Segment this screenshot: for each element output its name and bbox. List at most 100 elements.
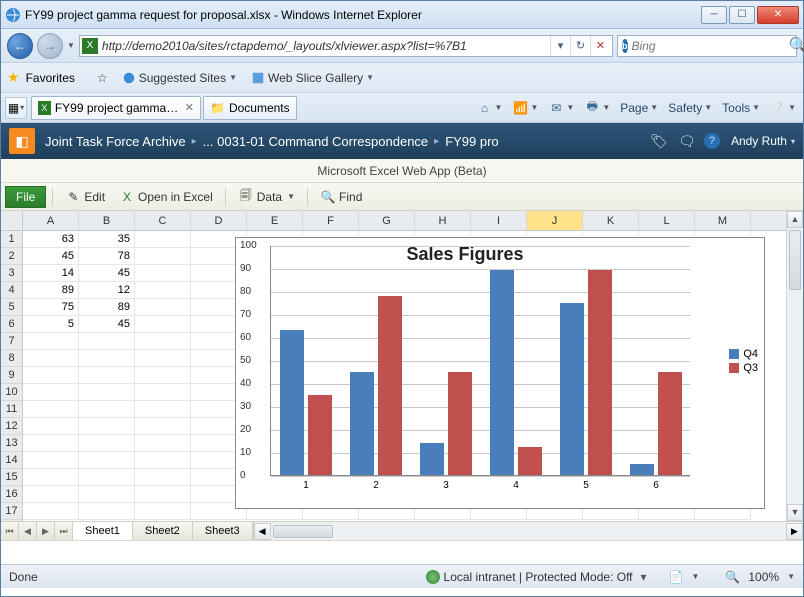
col-header-D[interactable]: D (191, 211, 247, 230)
stop-button[interactable]: ✕ (590, 36, 610, 56)
row-header-2[interactable]: 2 (1, 248, 22, 265)
user-menu[interactable]: Andy Ruth▾ (731, 134, 795, 148)
cell[interactable]: 12 (79, 282, 135, 299)
row-header-16[interactable]: 16 (1, 486, 22, 503)
search-go-icon[interactable]: 🔍 (789, 36, 804, 56)
cell[interactable]: 89 (79, 299, 135, 316)
row-header-15[interactable]: 15 (1, 469, 22, 486)
zoom-icon[interactable]: 🔍 (725, 570, 740, 584)
quick-tabs-button[interactable]: ▦▾ (5, 97, 27, 119)
row-header-4[interactable]: 4 (1, 282, 22, 299)
tab-close-icon[interactable]: ✕ (185, 101, 194, 114)
cell[interactable]: 63 (23, 231, 79, 248)
compat-view-icon[interactable]: 📄 (669, 570, 684, 584)
sheet-nav-last[interactable]: ⏭ (55, 522, 73, 540)
scroll-thumb[interactable] (789, 230, 801, 290)
cell[interactable] (135, 316, 191, 333)
cell[interactable] (79, 486, 135, 503)
cell[interactable]: 45 (23, 248, 79, 265)
col-header-C[interactable]: C (135, 211, 191, 230)
cell[interactable] (79, 452, 135, 469)
row-header-1[interactable]: 1 (1, 231, 22, 248)
cell[interactable]: 45 (79, 265, 135, 282)
col-header-H[interactable]: H (415, 211, 471, 230)
cell[interactable] (135, 282, 191, 299)
vertical-scrollbar[interactable]: ▲ ▼ (786, 211, 803, 521)
col-header-M[interactable]: M (695, 211, 751, 230)
sheet-tab-1[interactable]: Sheet1 (73, 522, 133, 540)
breadcrumb[interactable]: ... 0031-01 Command Correspondence (203, 134, 428, 149)
row-header-11[interactable]: 11 (1, 401, 22, 418)
favorites-label[interactable]: Favorites (26, 71, 75, 85)
cell[interactable] (79, 503, 135, 520)
print-button[interactable]: 🖶▼ (581, 98, 613, 118)
cell[interactable] (79, 401, 135, 418)
row-header-5[interactable]: 5 (1, 299, 22, 316)
favorites-star-icon[interactable]: ★ (7, 69, 20, 86)
col-header-E[interactable]: E (247, 211, 303, 230)
cell[interactable] (79, 469, 135, 486)
cell[interactable] (23, 333, 79, 350)
cell[interactable] (79, 384, 135, 401)
cell[interactable] (135, 418, 191, 435)
address-dropdown[interactable]: ▾ (550, 36, 570, 56)
open-in-excel-button[interactable]: XOpen in Excel (113, 187, 219, 207)
cell[interactable] (23, 452, 79, 469)
cell[interactable]: 14 (23, 265, 79, 282)
col-header-J[interactable]: J (527, 211, 583, 230)
breadcrumb[interactable]: Joint Task Force Archive (45, 134, 186, 149)
search-input[interactable] (632, 39, 789, 53)
cell[interactable] (23, 418, 79, 435)
back-button[interactable]: ← (7, 33, 33, 59)
help-button[interactable]: ❔▼ (767, 98, 799, 118)
cell[interactable] (79, 435, 135, 452)
cell[interactable] (135, 486, 191, 503)
cell[interactable] (23, 435, 79, 452)
data-menu[interactable]: 🗐Data▼ (232, 187, 301, 207)
web-slice-gallery-link[interactable]: Web Slice Gallery ▼ (247, 69, 378, 87)
notes-icon[interactable]: 🗨 (676, 130, 698, 152)
row-header-8[interactable]: 8 (1, 350, 22, 367)
protected-mode-dropdown[interactable]: ▾ (641, 570, 647, 584)
col-header-I[interactable]: I (471, 211, 527, 230)
col-header-G[interactable]: G (359, 211, 415, 230)
row-header-3[interactable]: 3 (1, 265, 22, 282)
cell[interactable] (79, 333, 135, 350)
sheet-nav-next[interactable]: ▶ (37, 522, 55, 540)
cell[interactable] (79, 418, 135, 435)
row-header-12[interactable]: 12 (1, 418, 22, 435)
col-header-L[interactable]: L (639, 211, 695, 230)
cell[interactable] (23, 367, 79, 384)
scroll-left-button[interactable]: ◀ (254, 523, 271, 540)
cell[interactable] (135, 384, 191, 401)
sheet-nav-first[interactable]: ⏮ (1, 522, 19, 540)
row-header-7[interactable]: 7 (1, 333, 22, 350)
cell[interactable] (135, 231, 191, 248)
cell[interactable] (23, 469, 79, 486)
help-icon[interactable]: ? (704, 133, 720, 149)
site-logo-icon[interactable]: ◧ (9, 128, 35, 154)
close-button[interactable]: ✕ (757, 6, 799, 24)
col-header-A[interactable]: A (23, 211, 79, 230)
edit-button[interactable]: ✎Edit (59, 187, 111, 207)
refresh-button[interactable]: ↻ (570, 36, 590, 56)
breadcrumb[interactable]: FY99 pro (445, 134, 498, 149)
find-button[interactable]: 🔍Find (314, 187, 368, 207)
cell[interactable]: 45 (79, 316, 135, 333)
cell[interactable] (23, 384, 79, 401)
row-header-14[interactable]: 14 (1, 452, 22, 469)
row-header-17[interactable]: 17 (1, 503, 22, 520)
sheet-nav-prev[interactable]: ◀ (19, 522, 37, 540)
row-header-6[interactable]: 6 (1, 316, 22, 333)
cell[interactable] (23, 486, 79, 503)
search-box[interactable]: b 🔍 (617, 35, 797, 57)
cell[interactable] (79, 367, 135, 384)
home-button[interactable]: ⌂▼ (474, 98, 506, 118)
tools-menu[interactable]: Tools ▼ (719, 99, 763, 117)
chart[interactable]: Sales Figures 0102030405060708090100 123… (235, 237, 765, 509)
zoom-level[interactable]: 100% (748, 570, 779, 584)
page-menu[interactable]: Page ▼ (617, 99, 661, 117)
cell[interactable] (135, 503, 191, 520)
sheet-tab-3[interactable]: Sheet3 (193, 522, 253, 540)
scroll-right-button[interactable]: ▶ (786, 523, 803, 540)
